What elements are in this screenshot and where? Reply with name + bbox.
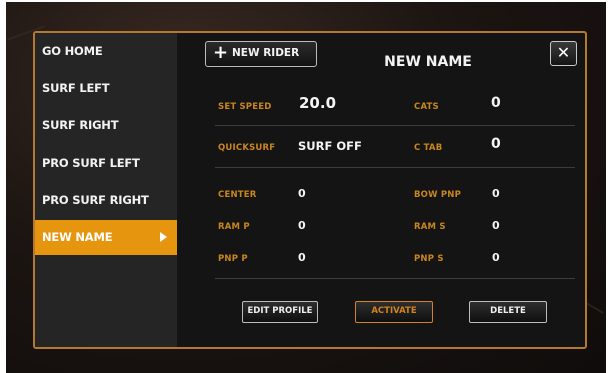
- sidebar-item-surf-left[interactable]: SURF LEFT: [35, 70, 177, 106]
- ram-p-value[interactable]: 0: [298, 219, 306, 232]
- sidebar-item-label: PRO SURF RIGHT: [42, 193, 149, 207]
- divider: [215, 125, 575, 126]
- bow-pnp-value[interactable]: 0: [492, 187, 500, 200]
- cats-label: CATS: [414, 102, 439, 112]
- rider-name-title: NEW NAME: [384, 54, 472, 70]
- new-rider-label: NEW RIDER: [232, 47, 300, 59]
- pnp-p-value[interactable]: 0: [298, 251, 306, 264]
- pnp-s-label: PNP S: [414, 254, 444, 264]
- sidebar-item-label: SURF LEFT: [42, 81, 110, 95]
- sidebar-item-label: SURF RIGHT: [42, 118, 119, 132]
- quicksurf-label: QUICKSURF: [218, 143, 276, 153]
- sidebar-item-pro-surf-right[interactable]: PRO SURF RIGHT: [35, 182, 177, 218]
- sidebar-item-pro-surf-left[interactable]: PRO SURF LEFT: [35, 145, 177, 181]
- divider: [215, 167, 575, 168]
- edit-profile-button[interactable]: EDIT PROFILE: [242, 301, 318, 323]
- ram-s-value[interactable]: 0: [492, 219, 500, 232]
- center-label: CENTER: [218, 190, 257, 200]
- rider-profile-dialog: GO HOME SURF LEFT SURF RIGHT PRO SURF LE…: [33, 31, 587, 349]
- quicksurf-value[interactable]: SURF OFF: [298, 139, 362, 153]
- delete-button[interactable]: DELETE: [469, 301, 547, 323]
- new-rider-button[interactable]: + NEW RIDER: [205, 41, 317, 67]
- divider: [215, 278, 575, 279]
- center-value[interactable]: 0: [298, 187, 306, 200]
- activate-button[interactable]: ACTIVATE: [355, 301, 433, 323]
- ram-p-label: RAM P: [218, 222, 250, 232]
- ctab-value[interactable]: 0: [491, 136, 501, 152]
- sidebar-item-new-name[interactable]: NEW NAME: [35, 220, 177, 255]
- bow-pnp-label: BOW PNP: [414, 190, 462, 200]
- cats-value[interactable]: 0: [491, 95, 501, 111]
- sidebar-item-surf-right[interactable]: SURF RIGHT: [35, 107, 177, 143]
- close-button[interactable]: ✕: [550, 41, 577, 66]
- rider-list-sidebar: GO HOME SURF LEFT SURF RIGHT PRO SURF LE…: [35, 33, 177, 347]
- pnp-p-label: PNP P: [218, 254, 248, 264]
- ctab-label: C TAB: [414, 143, 443, 153]
- plus-icon: +: [213, 42, 229, 63]
- app-screen: GO HOME SURF LEFT SURF RIGHT PRO SURF LE…: [6, 2, 606, 373]
- set-speed-label: SET SPEED: [218, 102, 272, 112]
- sidebar-item-go-home[interactable]: GO HOME: [35, 33, 177, 69]
- sidebar-item-label: NEW NAME: [42, 230, 113, 244]
- ram-s-label: RAM S: [414, 222, 446, 232]
- sidebar-item-label: GO HOME: [42, 44, 103, 58]
- chevron-right-icon: [160, 232, 167, 242]
- sidebar-item-label: PRO SURF LEFT: [42, 156, 140, 170]
- pnp-s-value[interactable]: 0: [492, 251, 500, 264]
- set-speed-value[interactable]: 20.0: [299, 94, 336, 112]
- close-icon: ✕: [556, 43, 571, 62]
